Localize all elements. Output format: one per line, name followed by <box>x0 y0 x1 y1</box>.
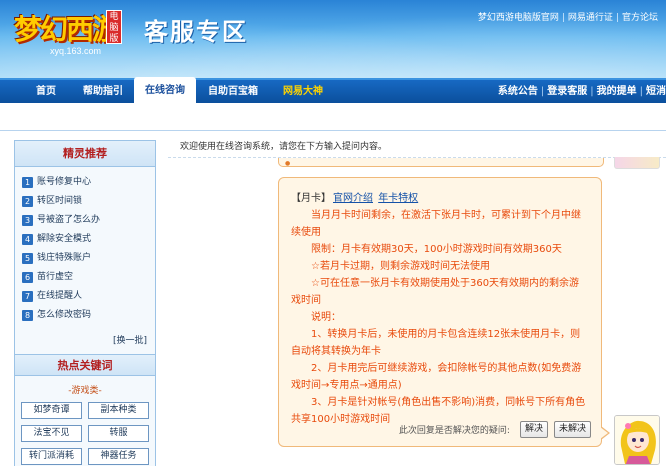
keyword-button[interactable]: 副本种类 <box>88 402 149 419</box>
top-link-forum[interactable]: 官方论坛 <box>622 13 658 23</box>
item-number: 3 <box>22 215 33 226</box>
welcome-message: 欢迎使用在线咨询系统，请您在下方输入提问内容。 <box>180 142 388 152</box>
nav-login[interactable]: 登录客服 <box>547 86 587 97</box>
item-number: 4 <box>22 234 33 245</box>
top-links: 梦幻西游电脑版官网 | 网易通行证 | 官方论坛 <box>478 10 658 23</box>
bubble-arrow <box>600 426 610 440</box>
sidebar: 精灵推荐 1 账号修复中心 2 转区时间锁 3 号被盗了怎么办 4 解除安全模式 5 钱庄… <box>14 140 156 466</box>
keyword-button[interactable]: 转门派消耗 <box>21 448 82 465</box>
keyword-button[interactable]: 转服 <box>88 425 149 442</box>
hot-keywords-title: 热点关键词 <box>15 354 155 376</box>
answer-header: 【月卡】 官网介绍 年卡特权 <box>291 190 589 207</box>
item-number: 6 <box>22 272 33 283</box>
recommend-item[interactable]: 7 在线提醒人 <box>22 287 155 306</box>
logo-url: xyq.163.com <box>50 46 102 56</box>
refresh-batch-link[interactable]: [换一批] <box>15 333 155 346</box>
solved-button[interactable]: 解决 <box>519 421 548 438</box>
sub-bar <box>0 103 666 131</box>
feedback-row: 此次回复是否解决您的疑问: 解决 未解决 <box>399 421 591 438</box>
nav-my-tickets[interactable]: 我的提单 <box>597 86 637 97</box>
nav-right-links: 系统公告 | 登录客服 | 我的提单 | 短消 <box>498 80 666 103</box>
game-logo[interactable]: 梦幻西游 电脑版 xyq.163.com <box>10 6 138 56</box>
assistant-avatar-partial <box>614 157 660 169</box>
answer-line: 当月月卡时间剩余，在激活下张月卡时，可累计到下个月中继续使用 <box>291 210 581 238</box>
recommend-item[interactable]: 1 账号修复中心 <box>22 173 155 192</box>
recommend-item[interactable]: 2 转区时间锁 <box>22 192 155 211</box>
assistant-avatar <box>614 415 660 465</box>
answer-line: 限制：月卡有效期30天，100小时游戏时间有效期360天 <box>311 244 562 255</box>
item-label: 苗行虚空 <box>37 272 74 282</box>
feedback-label: 此次回复是否解决您的疑问: <box>398 426 510 436</box>
separator: | <box>561 13 565 23</box>
item-label: 怎么修改密码 <box>37 310 92 320</box>
item-number: 7 <box>22 291 33 302</box>
answer-line: ☆可在任意一张月卡有效期使用处于360天有效期内的剩余游戏时间 <box>291 278 580 306</box>
main-nav: 首页 帮助指引 在线咨询 自助百宝箱 网易大神 系统公告 | 登录客服 | 我的提单 | 短… <box>0 77 666 103</box>
separator: | <box>590 86 594 97</box>
recommend-item[interactable]: 3 号被盗了怎么办 <box>22 211 155 230</box>
bullet-icon: ● <box>285 160 291 167</box>
nav-help[interactable]: 帮助指引 <box>74 80 132 103</box>
annual-card-link[interactable]: 年卡特权 <box>378 193 418 204</box>
separator: | <box>615 13 619 23</box>
keyword-button[interactable]: 神器任务 <box>88 448 149 465</box>
nav-self-service[interactable]: 自助百宝箱 <box>202 80 264 103</box>
item-label: 解除安全模式 <box>37 234 92 244</box>
answer-line: ☆若月卡过期，则剩余游戏时间无法使用 <box>311 261 490 272</box>
nav-online-consult[interactable]: 在线咨询 <box>134 77 196 103</box>
recommend-list: 1 账号修复中心 2 转区时间锁 3 号被盗了怎么办 4 解除安全模式 5 钱庄特殊账户 … <box>15 167 155 325</box>
item-number: 2 <box>22 196 33 207</box>
nav-home[interactable]: 首页 <box>24 80 68 103</box>
chat-area: 欢迎使用在线咨询系统，请您在下方输入提问内容。 ● 【月卡】 官网介绍 年卡特权 … <box>168 131 666 466</box>
item-number: 5 <box>22 253 33 264</box>
recommend-item[interactable]: 4 解除安全模式 <box>22 230 155 249</box>
item-number: 1 <box>22 177 33 188</box>
fairy-avatar-icon <box>615 416 659 464</box>
separator: | <box>639 86 643 97</box>
answer-line: 说明： <box>311 312 341 323</box>
answer-content: 【月卡】 官网介绍 年卡特权 当月月卡时间剩余，在激活下张月卡时，可累计到下个月中… <box>291 190 589 428</box>
answer-line: 1、转换月卡后，未使用的月卡包含连续12张未使用月卡，则自动将其转换为年卡 <box>291 329 581 357</box>
separator: | <box>540 86 545 97</box>
keyword-button[interactable]: 如梦奇谭 <box>21 402 82 419</box>
keyword-button[interactable]: 法宝不见 <box>21 425 82 442</box>
item-number: 8 <box>22 310 33 321</box>
nav-netease-dashen[interactable]: 网易大神 <box>272 80 334 103</box>
nav-messages[interactable]: 短消 <box>646 86 666 97</box>
answer-tag: 【月卡】 <box>291 193 331 204</box>
recommend-item[interactable]: 8 怎么修改密码 <box>22 306 155 325</box>
official-intro-link[interactable]: 官网介绍 <box>333 193 373 204</box>
answer-bubble: 【月卡】 官网介绍 年卡特权 当月月卡时间剩余，在激活下张月卡时，可累计到下个月中… <box>278 177 610 447</box>
logo-text: 梦幻西游 <box>14 13 120 46</box>
answer-line: 2、月卡用完后可继续游戏，会扣除帐号的其他点数(如免费游戏时间→专用点→通用点) <box>291 363 582 391</box>
item-label: 钱庄特殊账户 <box>37 253 92 263</box>
top-link-official-site[interactable]: 梦幻西游电脑版官网 <box>478 13 559 23</box>
recommend-item[interactable]: 6 苗行虚空 <box>22 268 155 287</box>
sidebar-title: 精灵推荐 <box>15 141 155 167</box>
item-label: 账号修复中心 <box>37 177 92 187</box>
page-title: 客服专区 <box>144 18 248 46</box>
nav-announcement[interactable]: 系统公告 <box>498 86 538 97</box>
site-header: 梦幻西游 电脑版 xyq.163.com 客服专区 梦幻西游电脑版官网 | 网易通行… <box>0 0 666 82</box>
keyword-grid: 如梦奇谭 副本种类 法宝不见 转服 转门派消耗 神器任务 <box>15 402 155 465</box>
logo-badge: 电脑版 <box>106 10 122 44</box>
unsolved-button[interactable]: 未解决 <box>553 421 591 438</box>
recommend-item[interactable]: 5 钱庄特殊账户 <box>22 249 155 268</box>
top-link-passport[interactable]: 网易通行证 <box>568 13 613 23</box>
item-label: 转区时间锁 <box>37 196 83 206</box>
item-label: 号被盗了怎么办 <box>37 215 101 225</box>
game-category-label: -游戏类- <box>68 386 102 396</box>
item-label: 在线提醒人 <box>37 291 83 301</box>
previous-reply-bubble: ● <box>278 158 604 167</box>
